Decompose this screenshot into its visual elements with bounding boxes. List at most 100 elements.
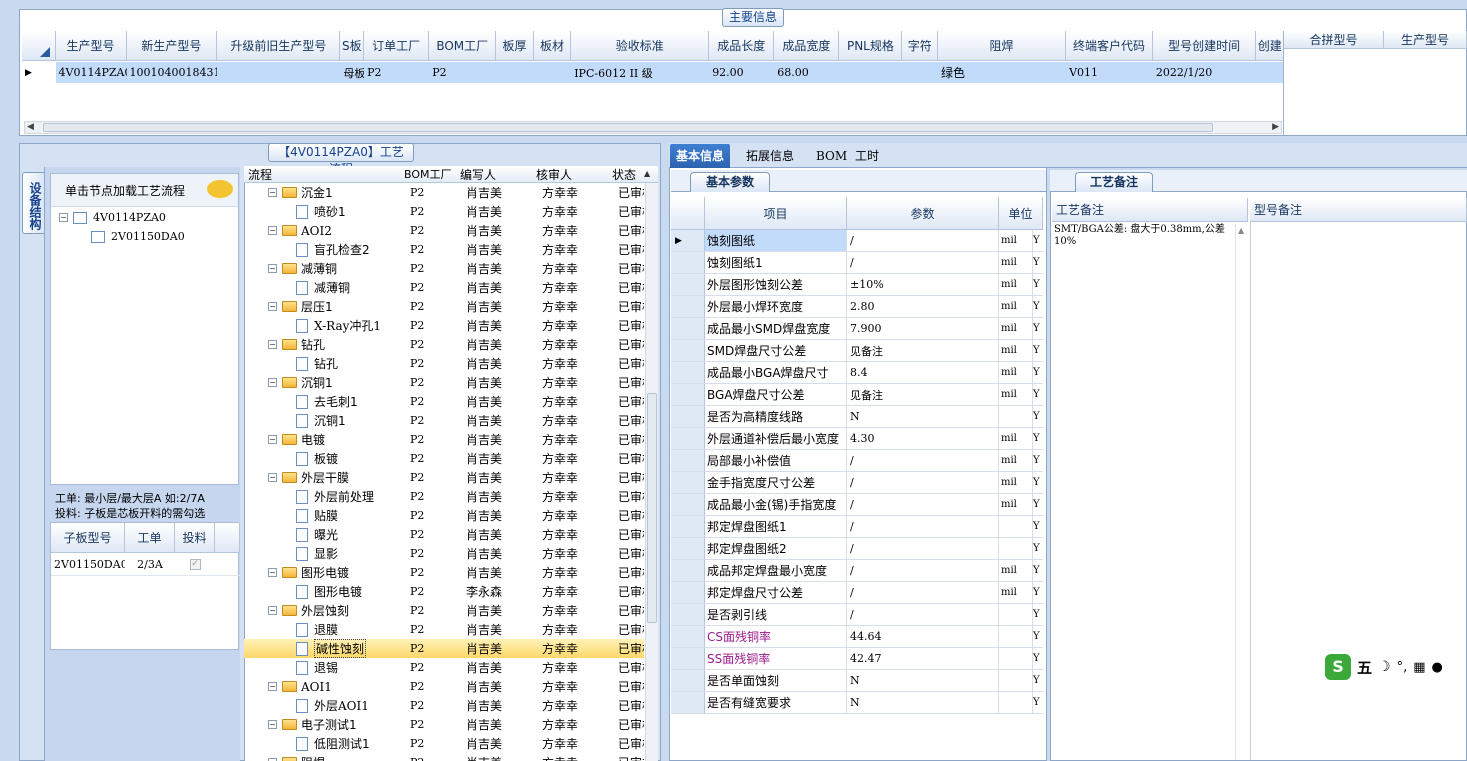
table-row[interactable]: 喷砂1 P2 肖吉美 方幸幸 已审核 (244, 202, 644, 221)
param-value[interactable]: N (847, 692, 999, 713)
flow-node-name[interactable]: 显影 (244, 545, 400, 562)
param-row[interactable]: 成品邦定焊盘最小宽度 / mil Y (671, 560, 1043, 582)
flow-node-name[interactable]: 碱性蚀刻 (244, 639, 400, 658)
table-row[interactable]: 钻孔 P2 肖吉美 方幸幸 已审核 (244, 354, 644, 373)
table-row[interactable]: 盲孔检查2 P2 肖吉美 方幸幸 已审核 (244, 240, 644, 259)
param-row[interactable]: 邦定焊盘图纸2/ Y (671, 538, 1043, 560)
tree-node-root[interactable]: − 4V0114PZA0 (59, 211, 166, 224)
col-header[interactable]: 生产型号 (55, 31, 127, 61)
col-header[interactable]: 创建 (1256, 31, 1284, 61)
tab-device-structure[interactable]: 设备结构 (22, 172, 44, 234)
flow-node-name[interactable]: − 外层蚀刻 (244, 602, 400, 619)
flow-node-name[interactable]: 低阻测试1 (244, 735, 400, 752)
table-row[interactable]: 显影 P2 肖吉美 方幸幸 已审核 (244, 544, 644, 563)
flow-node-name[interactable]: − 图形电镀 (244, 564, 400, 581)
collapse-icon[interactable]: − (268, 435, 277, 444)
table-row[interactable]: −阻焊P2肖吉美方幸幸已审核 (244, 753, 644, 761)
param-value[interactable]: / (847, 252, 999, 273)
flow-node-name[interactable]: − 电子测试1 (244, 716, 400, 733)
param-value[interactable]: / (847, 582, 999, 603)
v-scroll-thumb[interactable] (647, 393, 657, 623)
col-header[interactable]: 板厚 (496, 31, 534, 61)
param-row[interactable]: 成品最小金(锡)手指宽度 / mil Y (671, 494, 1043, 516)
collapse-icon[interactable]: − (268, 682, 277, 691)
param-row[interactable]: SS面残铜率 42.47 Y (671, 648, 1043, 670)
main-table-row[interactable]: ▶4V0114PZA010010400184318母板P2P2IPC-6012 … (22, 62, 1284, 83)
table-row[interactable]: 贴膜 P2 肖吉美 方幸幸 已审核 (244, 506, 644, 525)
flow-node-name[interactable]: X-Ray冲孔1 (244, 317, 400, 334)
param-row[interactable]: CS面残铜率 44.64 Y (671, 626, 1043, 648)
v-scrollbar[interactable] (645, 183, 658, 761)
table-row[interactable]: − 钻孔 P2 肖吉美 方幸幸 已审核 (244, 335, 644, 354)
flow-node-name[interactable]: 去毛刺1 (244, 393, 400, 410)
tree-node-child[interactable]: 2V01150DA0 (91, 230, 185, 243)
param-value[interactable]: N (847, 406, 999, 427)
table-row[interactable]: 退膜 P2 肖吉美 方幸幸 已审核 (244, 620, 644, 639)
param-row[interactable]: 成品最小BGA焊盘尺寸 8.4 mil Y (671, 362, 1043, 384)
scroll-left-icon[interactable]: ◀ (27, 122, 34, 132)
collapse-icon[interactable]: − (59, 213, 68, 222)
param-value[interactable]: ±10% (847, 274, 999, 295)
collapse-icon[interactable]: − (268, 188, 277, 197)
flow-node-name[interactable]: 板镀 (244, 450, 400, 467)
param-row[interactable]: SMD焊盘尺寸公差 见备注 mil Y (671, 340, 1043, 362)
collapse-icon[interactable]: − (268, 226, 277, 235)
table-row[interactable]: − 外层蚀刻 P2 肖吉美 方幸幸 已审核 (244, 601, 644, 620)
table-row[interactable]: 去毛刺1 P2 肖吉美 方幸幸 已审核 (244, 392, 644, 411)
table-row[interactable]: 板镀 P2 肖吉美 方幸幸 已审核 (244, 449, 644, 468)
param-row[interactable]: 是否为高精度线路 N Y (671, 406, 1043, 428)
param-row[interactable]: 外层通道补偿后最小宽度 4.30 mil Y (671, 428, 1043, 450)
col-header[interactable]: 验收标准 (571, 31, 710, 61)
collapse-icon[interactable]: − (268, 473, 277, 482)
flow-node-name[interactable]: − 电镀 (244, 431, 400, 448)
flow-node-name[interactable]: − 钻孔 (244, 336, 400, 353)
flow-node-name[interactable]: − 减薄铜 (244, 260, 400, 277)
param-value[interactable]: / (847, 538, 999, 559)
flow-node-name[interactable]: 曝光 (244, 526, 400, 543)
table-row[interactable]: 曝光 P2 肖吉美 方幸幸 已审核 (244, 525, 644, 544)
table-row[interactable]: 外层AOI1 P2 肖吉美 方幸幸 已审核 (244, 696, 644, 715)
col-header[interactable]: S板 (340, 31, 365, 61)
param-value[interactable]: 见备注 (847, 384, 999, 405)
col-header[interactable]: 终端客户代码 (1066, 31, 1153, 61)
keyboard-icon[interactable]: ▦ (1413, 660, 1425, 675)
scroll-up-icon[interactable]: ▲ (1236, 224, 1248, 235)
col-header[interactable]: 新生产型号 (126, 31, 218, 61)
col-header[interactable]: 型号创建时间 (1152, 31, 1257, 61)
param-value[interactable]: 44.64 (847, 626, 999, 647)
flow-node-name[interactable]: 喷砂1 (244, 203, 400, 220)
flow-node-name[interactable]: − 沉金1 (244, 184, 400, 201)
h-scroll-thumb[interactable] (43, 123, 1213, 132)
param-value[interactable]: 8.4 (847, 362, 999, 383)
param-value[interactable]: 见备注 (847, 340, 999, 361)
sub-board-row[interactable]: 2V01150DA0 2/3A ✓ (51, 554, 240, 576)
flow-node-name[interactable]: 减薄铜 (244, 279, 400, 296)
param-value[interactable]: / (847, 560, 999, 581)
param-row[interactable]: 邦定焊盘尺寸公差 / mil Y (671, 582, 1043, 604)
param-value[interactable]: 2.80 (847, 296, 999, 317)
param-row[interactable]: 是否有缝宽要求 N Y (671, 692, 1043, 714)
collapse-icon[interactable]: − (268, 606, 277, 615)
param-row[interactable]: BGA焊盘尺寸公差 见备注 mil Y (671, 384, 1043, 406)
collapse-icon[interactable]: − (268, 568, 277, 577)
param-row[interactable]: 外层最小焊环宽度 2.80 mil Y (671, 296, 1043, 318)
table-row[interactable]: 碱性蚀刻 P2 肖吉美 方幸幸 已审核 (244, 639, 644, 658)
param-value[interactable]: / (847, 472, 999, 493)
tab-basic-info[interactable]: 基本信息 (670, 144, 731, 168)
param-row[interactable]: 局部最小补偿值 / mil Y (671, 450, 1043, 472)
tab-extended-info[interactable]: 拓展信息 (740, 144, 800, 168)
table-row[interactable]: 外层前处理 P2 肖吉美 方幸幸 已审核 (244, 487, 644, 506)
flow-node-name[interactable]: 盲孔检查2 (244, 241, 400, 258)
note-scrollbar[interactable]: ▲ (1235, 224, 1248, 760)
param-value[interactable]: 7.900 (847, 318, 999, 339)
table-row[interactable]: − 外层干膜 P2 肖吉美 方幸幸 已审核 (244, 468, 644, 487)
tab-process-notes[interactable]: 工艺备注 (1075, 172, 1153, 192)
punctuation-icon[interactable]: °, (1397, 660, 1408, 675)
collapse-icon[interactable]: − (268, 378, 277, 387)
collapse-icon[interactable]: − (268, 264, 277, 273)
feed-cell[interactable]: ✓ (175, 554, 215, 575)
table-row[interactable]: − 电镀 P2 肖吉美 方幸幸 已审核 (244, 430, 644, 449)
param-row[interactable]: 是否剥引线 / Y (671, 604, 1043, 626)
col-header[interactable]: 阻焊 (937, 31, 1067, 61)
ime-toolbar[interactable]: S 五 ☽ °, ▦ ● (1325, 654, 1467, 680)
